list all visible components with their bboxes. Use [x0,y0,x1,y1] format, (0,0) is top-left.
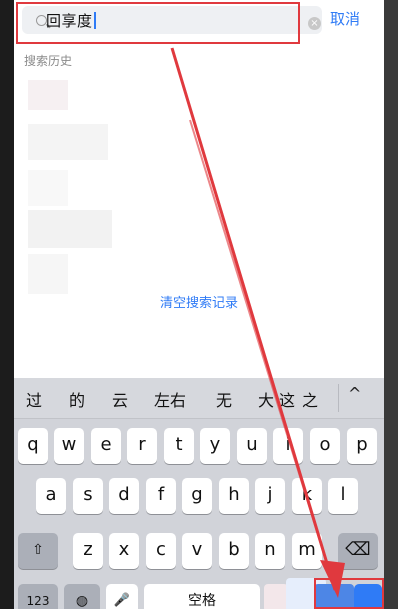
search-history-title: 搜索历史 [24,54,73,68]
key-j[interactable]: j [255,478,285,514]
key-a[interactable]: a [36,478,66,514]
key-f[interactable]: f [146,478,176,514]
candidate-word[interactable]: 过 [26,387,42,411]
globe-icon[interactable]: ◍ [64,584,100,609]
microphone-icon[interactable]: 🎤 [106,584,138,609]
cancel-button[interactable]: 取消 [330,8,360,29]
key-b[interactable]: b [219,533,249,569]
history-item-blurred[interactable] [28,170,68,206]
key-i[interactable]: i [273,428,303,464]
candidate-word[interactable]: 大 [258,387,274,411]
key-p[interactable]: p [347,428,377,464]
key-k[interactable]: k [292,478,322,514]
key-l[interactable]: l [328,478,358,514]
history-item-blurred[interactable] [28,210,112,248]
key-w[interactable]: w [54,428,84,464]
key-z[interactable]: z [73,533,103,569]
candidate-word[interactable]: 之 [302,387,318,411]
keyboard: 过 的 云 左右 无 大 这 之 ^ q w e r t y u i o p a… [14,378,384,609]
annotation-highlight-box [314,578,384,609]
search-history-list [14,70,384,302]
candidate-word[interactable]: 这 [279,387,295,411]
key-s[interactable]: s [73,478,103,514]
candidate-word[interactable]: 无 [216,387,232,411]
history-item-blurred[interactable] [28,80,68,110]
key-h[interactable]: h [219,478,249,514]
key-u[interactable]: u [237,428,267,464]
left-background [0,0,14,609]
candidate-divider [338,384,339,412]
candidate-word[interactable]: 的 [69,387,85,411]
phone-screen: 回享度 × 取消 搜索历史 清空搜索记录 过 的 云 左右 无 大 这 之 ^ … [14,0,384,609]
candidate-bar: 过 的 云 左右 无 大 这 之 ^ [14,378,384,419]
shift-key[interactable]: ⇧ [18,533,58,569]
clear-search-history-link[interactable]: 清空搜索记录 [14,292,384,311]
key-v[interactable]: v [182,533,212,569]
key-g[interactable]: g [182,478,212,514]
key-x[interactable]: x [109,533,139,569]
key-o[interactable]: o [310,428,340,464]
history-item-blurred[interactable] [28,254,68,294]
search-header: 回享度 × 取消 [14,0,384,44]
blurred-region [264,584,288,609]
delete-key[interactable]: ⌫ [338,533,378,569]
key-q[interactable]: q [18,428,48,464]
key-m[interactable]: m [292,533,322,569]
key-y[interactable]: y [200,428,230,464]
candidate-word[interactable]: 云 [112,387,128,411]
key-d[interactable]: d [109,478,139,514]
candidate-word[interactable]: 左右 [154,387,186,411]
annotation-highlight-box [16,2,300,44]
chevron-up-icon[interactable]: ^ [348,384,361,403]
clear-input-icon[interactable]: × [308,17,321,30]
key-n[interactable]: n [255,533,285,569]
key-t[interactable]: t [164,428,194,464]
numbers-key[interactable]: 123 [18,584,58,609]
space-key[interactable]: 空格 [144,584,260,609]
key-c[interactable]: c [146,533,176,569]
key-e[interactable]: e [91,428,121,464]
key-r[interactable]: r [127,428,157,464]
history-item-blurred[interactable] [28,124,108,160]
right-background [384,0,398,609]
